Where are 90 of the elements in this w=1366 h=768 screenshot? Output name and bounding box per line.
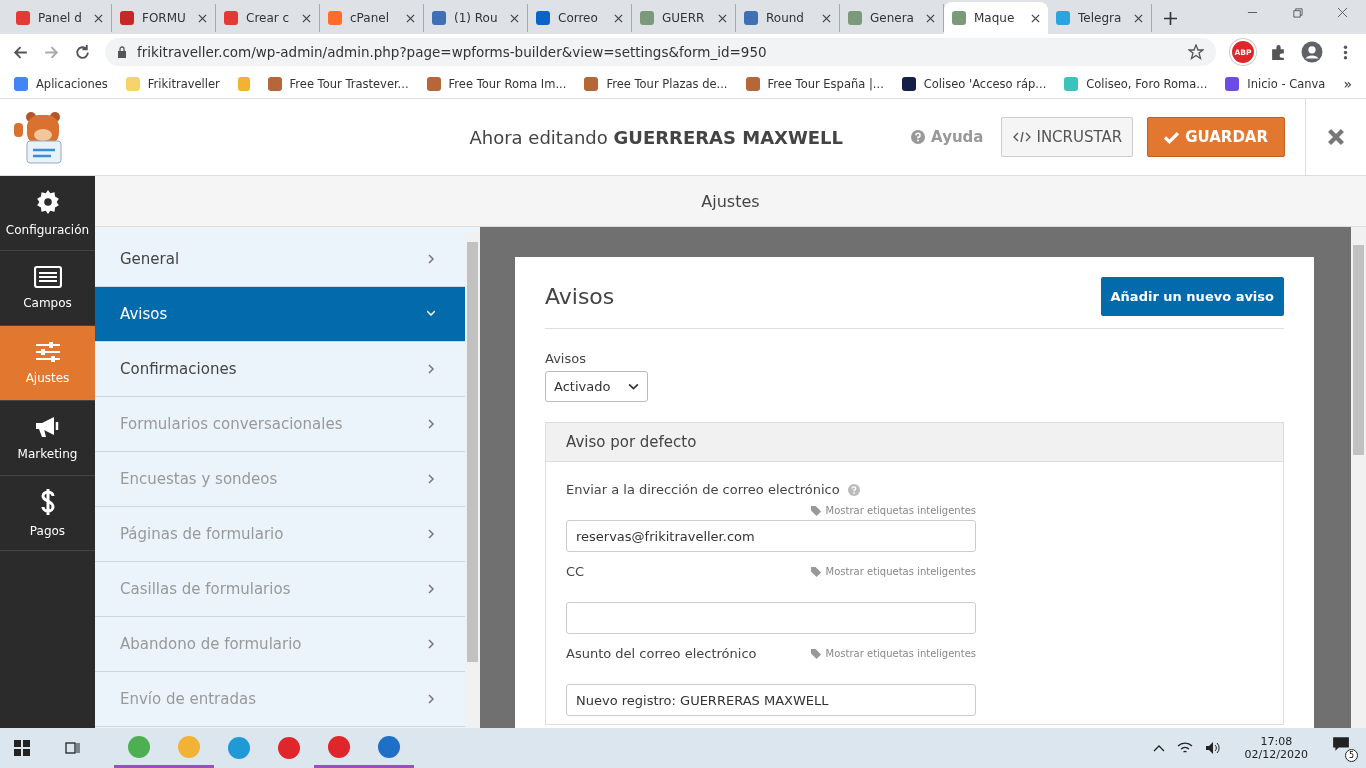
code-icon	[1012, 130, 1033, 144]
embed-button[interactable]: INCRUSTAR	[1001, 117, 1134, 157]
add-notification-button[interactable]: Añadir un nuevo aviso	[1100, 277, 1284, 316]
field-label: Asunto del correo electrónico	[566, 646, 757, 661]
bookmark[interactable]: Coliseo, Foro Roma...	[1064, 77, 1208, 91]
browser-tab[interactable]: Genera	[840, 4, 944, 32]
bookmark[interactable]: Free Tour Trastever...	[267, 77, 409, 91]
dollar-icon	[39, 488, 56, 516]
bookmark[interactable]: Aplicaciones	[14, 77, 108, 91]
chevron-right-icon	[427, 693, 435, 705]
bookmark-star-icon[interactable]	[1188, 44, 1204, 60]
close-icon[interactable]	[1134, 13, 1143, 23]
scrollbar-thumb[interactable]	[1353, 245, 1364, 455]
close-icon[interactable]	[302, 13, 311, 23]
more-bookmarks[interactable]: »	[1343, 76, 1352, 92]
chevron-up-icon[interactable]	[1152, 744, 1165, 752]
notification-count: 5	[1345, 749, 1358, 762]
notifications-dropdown[interactable]: Activado	[545, 371, 649, 402]
close-icon[interactable]	[94, 13, 103, 23]
browser-tab[interactable]: cPanel	[320, 4, 424, 32]
message-icon	[1332, 736, 1350, 752]
input-field[interactable]: reservas@frikitraveller.com	[566, 520, 976, 552]
check-icon	[1164, 130, 1180, 144]
browser-tab[interactable]: (1) Rou	[424, 4, 528, 32]
close-icon[interactable]	[1337, 6, 1348, 18]
windows-start-icon[interactable]	[14, 740, 30, 756]
browser-tab[interactable]: GUERR	[632, 4, 736, 32]
chevron-right-icon	[427, 638, 435, 650]
input-field[interactable]: Nuevo registro: GUERRERAS MAXWELL	[566, 684, 976, 716]
scrollbar-thumb[interactable]	[467, 242, 478, 662]
new-tab-icon[interactable]	[1164, 12, 1177, 25]
sliders-icon	[34, 341, 61, 363]
reload-icon[interactable]	[74, 43, 91, 61]
close-icon[interactable]	[718, 13, 727, 23]
browser-tab[interactable]: Crear c	[216, 4, 320, 32]
caret-icon	[628, 383, 640, 390]
volume-icon[interactable]	[1204, 741, 1221, 755]
tags-icon	[809, 505, 823, 516]
browser-tab[interactable]: Correo	[528, 4, 632, 32]
input-field[interactable]	[566, 602, 976, 634]
section-title: Avisos	[545, 284, 615, 309]
bookmark[interactable]: Coliseo 'Acceso ráp...	[901, 77, 1047, 91]
bookmark[interactable]: Free Tour Roma Im...	[426, 77, 567, 91]
profile-icon[interactable]	[1301, 41, 1323, 63]
restore-icon[interactable]	[1292, 6, 1303, 18]
chevron-right-icon	[427, 583, 435, 595]
field-label: Avisos	[545, 351, 587, 366]
tags-icon	[809, 566, 823, 577]
clock[interactable]: 17:08 02/12/2020	[1244, 735, 1308, 761]
smart-tags-link[interactable]: Mostrar etiquetas inteligentes	[809, 505, 976, 516]
address-bar[interactable]: frikitraveller.com/wp-admin/admin.php?page=wpforms-builder&view=settings&form_id=950	[105, 38, 1216, 66]
browser-tab[interactable]: Round	[736, 4, 840, 32]
task-view-icon[interactable]	[64, 740, 80, 756]
chevron-right-icon	[427, 528, 435, 540]
wifi-icon[interactable]	[1176, 741, 1193, 755]
close-icon[interactable]	[1327, 128, 1345, 146]
bookmark[interactable]: Frikitraveller	[125, 77, 220, 91]
chevron-right-icon	[427, 363, 435, 375]
lock-icon	[117, 46, 127, 58]
bookmark[interactable]: Free Tour Plazas de...	[584, 77, 728, 91]
browser-tab[interactable]: Telegra	[1048, 4, 1152, 32]
close-icon[interactable]	[198, 13, 207, 23]
field-label: CC	[566, 564, 585, 579]
puzzle-icon[interactable]	[1270, 43, 1287, 61]
close-icon[interactable]	[406, 13, 415, 23]
close-icon[interactable]	[614, 13, 623, 23]
scrollbar[interactable]	[1351, 227, 1366, 728]
browser-tab[interactable]: Maque	[944, 2, 1048, 34]
help-icon	[911, 130, 926, 144]
editing-title: Ahora editando GUERRERAS MAXWELL	[469, 126, 844, 148]
chevron-right-icon	[427, 473, 435, 485]
browser-tab[interactable]: Panel d	[8, 4, 112, 32]
browser-tab[interactable]: FORMU	[112, 4, 216, 32]
smart-tags-link[interactable]: Mostrar etiquetas inteligentes	[809, 566, 976, 577]
field-label: Enviar a la dirección de correo electrónico	[566, 482, 840, 497]
close-icon[interactable]	[926, 13, 935, 23]
settings-menu-item[interactable]: Avisos	[95, 287, 465, 342]
scrollbar[interactable]	[465, 232, 480, 728]
chevron-right-icon	[427, 253, 435, 265]
list-icon	[33, 266, 62, 288]
panel-title: Ajustes	[95, 176, 1366, 227]
chevron-right-icon	[427, 418, 435, 430]
notice-header: Aviso por defecto	[546, 423, 1283, 462]
bookmark[interactable]: Inicio - Canva	[1225, 77, 1326, 91]
close-icon[interactable]	[822, 13, 831, 23]
close-icon[interactable]	[510, 13, 519, 23]
close-icon[interactable]	[1031, 13, 1040, 23]
bookmark[interactable]: Free Tour España |...	[745, 77, 884, 91]
smart-tags-link[interactable]: Mostrar etiquetas inteligentes	[809, 648, 976, 659]
tags-icon	[809, 648, 823, 659]
